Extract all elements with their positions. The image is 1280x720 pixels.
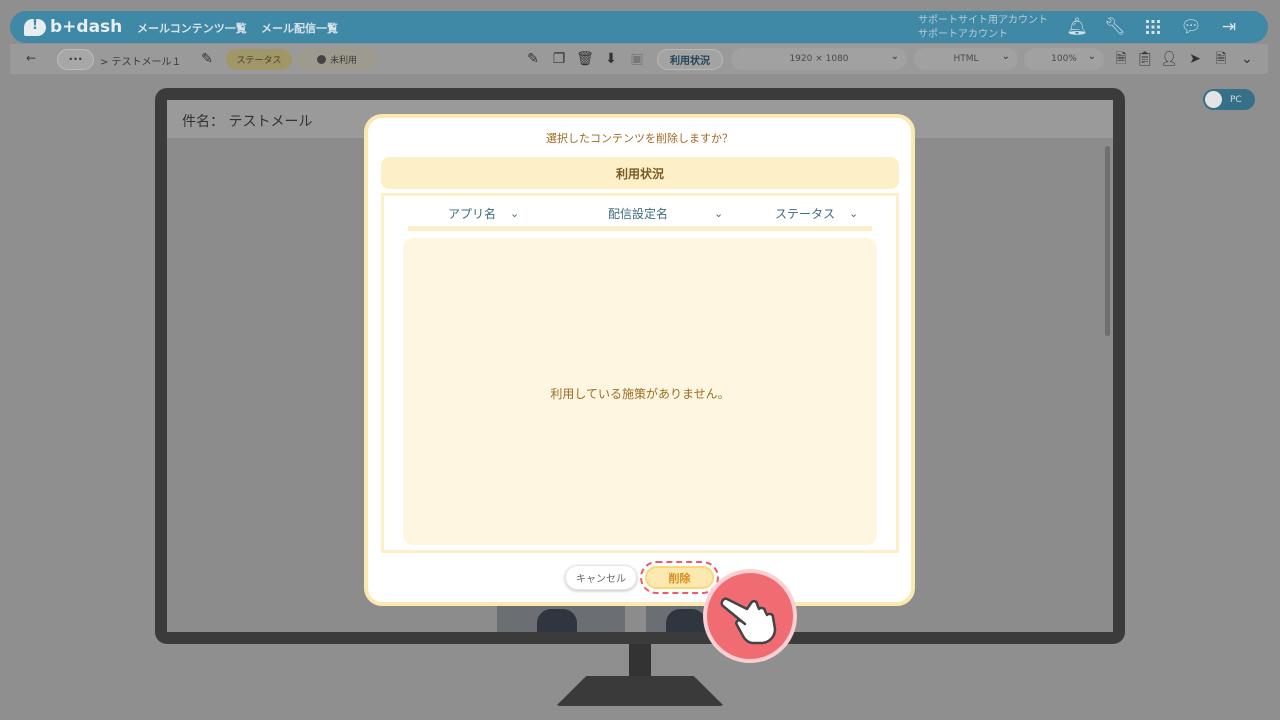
- document-icon[interactable]: 🗎: [1212, 50, 1230, 68]
- account-info[interactable]: サポートサイト用アカウント サポートアカウント: [918, 14, 1068, 42]
- bell-icon[interactable]: 🔔︎: [1066, 16, 1088, 38]
- copy-icon[interactable]: ❐: [550, 50, 568, 68]
- zoom-select[interactable]: 100% ⌄: [1024, 48, 1104, 70]
- chevron-down-icon: ⌄: [890, 51, 899, 62]
- nav-mail-deliveries[interactable]: メール配信一覧: [261, 20, 338, 36]
- chevron-down-icon: ⌄: [1087, 51, 1096, 62]
- chevron-down-icon[interactable]: ⌄: [1238, 50, 1256, 68]
- brand-name: b+dash: [50, 17, 123, 37]
- status-badge: 未利用: [296, 49, 378, 70]
- send-icon[interactable]: ➤: [1186, 50, 1204, 68]
- download-icon[interactable]: ⬇: [602, 50, 620, 68]
- breadcrumb: > テストメール１: [100, 57, 182, 68]
- trash-icon[interactable]: 🗑︎: [576, 50, 594, 68]
- resolution-select[interactable]: 1920 × 1080 ⌄: [731, 48, 907, 70]
- logout-icon[interactable]: ⇥: [1218, 16, 1240, 38]
- subject-value: テストメール: [228, 114, 313, 130]
- account-site: サポートサイト用アカウント: [918, 15, 1048, 26]
- brand-logo[interactable]: b+dash: [24, 16, 122, 38]
- preview-scrollbar[interactable]: [1105, 146, 1110, 336]
- subject-line: 件名： テストメール: [182, 111, 312, 131]
- rename-pencil-icon[interactable]: ✎: [198, 50, 216, 68]
- contact-icon[interactable]: 👤︎: [1160, 50, 1178, 68]
- chevron-down-icon: ⌄: [1001, 51, 1010, 62]
- disabled-icon: ▣: [630, 51, 644, 67]
- empty-message: 利用している施策がありません。: [550, 387, 730, 401]
- table-header-divider: [408, 226, 872, 231]
- cancel-button[interactable]: キャンセル: [565, 565, 637, 590]
- monitor-base: [556, 676, 724, 706]
- column-label: ステータス: [775, 207, 836, 221]
- zoom-value: 100%: [1051, 54, 1077, 64]
- support-chat-icon[interactable]: 💬︎: [1180, 16, 1202, 38]
- status-value: 未利用: [329, 56, 357, 66]
- resolution-value: 1920 × 1080: [789, 54, 849, 64]
- chevron-down-icon: ⌄: [510, 207, 520, 220]
- edit-icon[interactable]: ✎: [524, 50, 542, 68]
- toggle-knob: [1205, 91, 1222, 108]
- nav-mail-contents[interactable]: メールコンテンツ一覧: [137, 20, 247, 36]
- column-delivery-setting[interactable]: 配信設定名 ⌄: [608, 205, 723, 222]
- chevron-down-icon: ⌄: [849, 207, 859, 220]
- column-status[interactable]: ステータス ⌄: [775, 205, 858, 222]
- device-toggle[interactable]: PC: [1203, 89, 1255, 110]
- chevron-down-icon: ⌄: [714, 207, 724, 220]
- format-select[interactable]: HTML ⌄: [914, 48, 1018, 70]
- monitor-stand: [629, 644, 651, 678]
- column-app-name[interactable]: アプリ名 ⌄: [448, 205, 519, 222]
- tap-hand-icon: [703, 569, 797, 663]
- more-button[interactable]: •••: [57, 49, 94, 70]
- format-value: HTML: [953, 54, 979, 64]
- logo-bubble-icon: [24, 18, 46, 36]
- dialog-title: 選択したコンテンツを削除しますか？: [546, 132, 733, 145]
- device-label: PC: [1230, 94, 1242, 105]
- minus-circle-icon: [316, 55, 326, 64]
- account-name: サポートアカウント: [918, 29, 1008, 40]
- grid-icon[interactable]: [1142, 16, 1164, 38]
- wrench-icon[interactable]: 🔧︎: [1104, 16, 1126, 38]
- status-label: ステータス: [226, 49, 292, 70]
- column-label: 配信設定名: [608, 207, 669, 221]
- column-label: アプリ名: [448, 207, 497, 221]
- usage-section-title: 利用状況: [381, 157, 899, 189]
- preview-photo: [497, 605, 625, 632]
- subject-label: 件名：: [182, 114, 224, 130]
- clipboard-icon[interactable]: 📋︎: [1136, 50, 1154, 68]
- html-file-icon[interactable]: 🗎: [1112, 50, 1130, 68]
- back-arrow-icon[interactable]: ←: [26, 51, 36, 65]
- delete-button[interactable]: 削除: [645, 566, 714, 589]
- usage-status-button[interactable]: 利用状況: [657, 49, 723, 70]
